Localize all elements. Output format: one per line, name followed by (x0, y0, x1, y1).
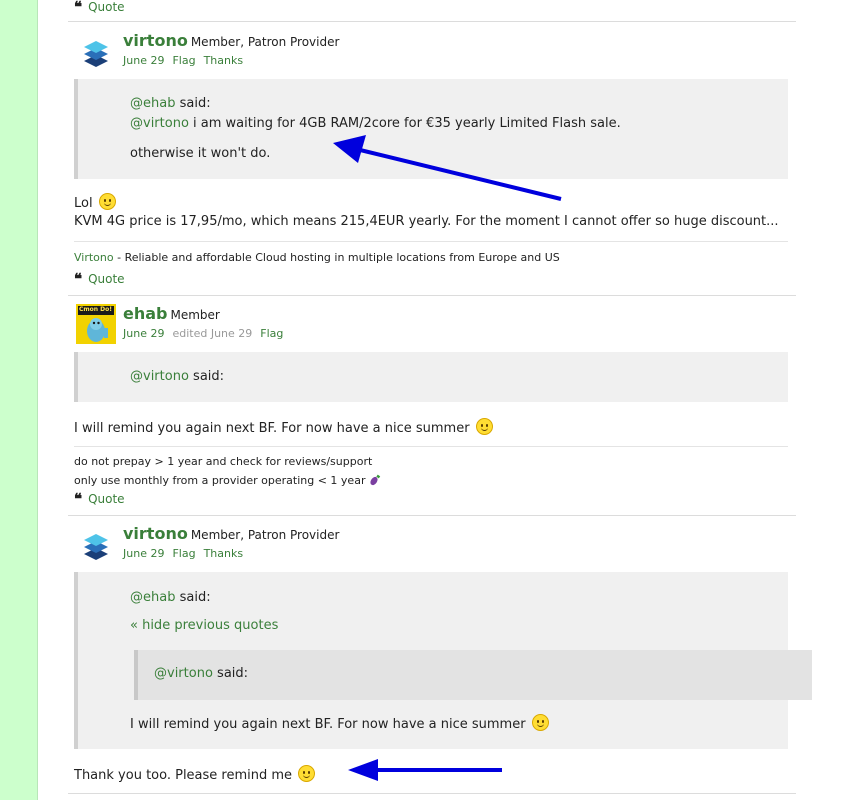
quote-user-link[interactable]: @ehab (130, 590, 175, 605)
quote-icon: ❝ (74, 0, 83, 16)
avatar-caption: Cmon Do! (79, 306, 112, 313)
smiley-icon (475, 418, 493, 435)
smiley-icon (98, 193, 116, 210)
signature-link[interactable]: Virtono (74, 251, 114, 264)
post-body-line: I will remind you again next BF. For now… (74, 418, 493, 436)
post-author: virtono Member, Patron Provider (123, 524, 339, 543)
author-role: Member (170, 308, 220, 322)
quote-header: @ehab said: (130, 590, 211, 605)
quote-user-link[interactable]: @virtono (154, 666, 213, 681)
flag-link[interactable]: Flag (172, 54, 195, 67)
signature-line: only use monthly from a provider operati… (74, 474, 381, 487)
signature: Virtono - Reliable and affordable Cloud … (74, 251, 560, 264)
author-name[interactable]: virtono (123, 524, 188, 543)
quote-header: @virtono said: (130, 369, 225, 384)
quote-action[interactable]: ❝ Quote (74, 0, 125, 16)
thanks-link[interactable]: Thanks (204, 54, 244, 67)
avatar-virtono[interactable] (76, 526, 116, 566)
flag-link[interactable]: Flag (172, 547, 195, 560)
author-name[interactable]: ehab (123, 304, 168, 323)
blockquote: @virtono said: (74, 352, 788, 402)
quote-body: I will remind you again next BF. For now… (130, 714, 549, 732)
quote-line-2: otherwise it won't do. (130, 146, 271, 161)
avatar-virtono[interactable] (76, 33, 116, 73)
eggplant-icon (370, 474, 381, 486)
quote-action[interactable]: ❝ Quote (74, 490, 125, 508)
post-date[interactable]: June 29 (123, 547, 164, 560)
quote-header: @ehab said: (130, 96, 211, 111)
hide-previous-quotes-link[interactable]: « hide previous quotes (130, 618, 278, 633)
quote-user-link[interactable]: @ehab (130, 96, 175, 111)
quote-action[interactable]: ❝ Quote (74, 270, 125, 288)
author-role: Member, Patron Provider (190, 528, 340, 542)
post-body-line: KVM 4G price is 17,95/mo, which means 21… (74, 214, 779, 229)
post-separator (68, 515, 796, 516)
post-body-line: Thank you too. Please remind me (74, 765, 316, 783)
post-body-line: Lol (74, 193, 116, 211)
signature-separator (74, 446, 788, 447)
post-meta: June 29 edited June 29 Flag (123, 327, 291, 340)
thanks-link[interactable]: Thanks (204, 547, 244, 560)
post-meta: June 29 Flag Thanks (123, 54, 251, 67)
virtono-logo-icon (84, 534, 108, 560)
post-separator (68, 295, 796, 296)
flag-link[interactable]: Flag (260, 327, 283, 340)
edited-note: edited June 29 (172, 327, 253, 340)
avatar-ehab[interactable]: Cmon Do! (76, 304, 116, 344)
post-date[interactable]: June 29 (123, 327, 164, 340)
quote-user-link[interactable]: @virtono (130, 369, 189, 384)
post-date[interactable]: June 29 (123, 54, 164, 67)
author-role: Member, Patron Provider (190, 35, 340, 49)
post-separator (68, 793, 796, 794)
thread-content: ❝ Quote virtono Member, Patron Provider Ju… (38, 0, 856, 800)
post-author: ehab Member (123, 304, 220, 323)
post-separator (68, 21, 796, 22)
quote-header: @virtono said: (154, 666, 249, 681)
mention-link[interactable]: @virtono (130, 116, 189, 131)
smiley-icon (298, 765, 316, 782)
nested-blockquote: @virtono said: (134, 650, 812, 700)
signature-line: do not prepay > 1 year and check for rev… (74, 455, 373, 468)
virtono-logo-icon (84, 41, 108, 67)
quote-icon: ❝ (74, 270, 83, 288)
blockquote: @ehab said: « hide previous quotes @virt… (74, 572, 812, 749)
quote-line: @virtono i am waiting for 4GB RAM/2core … (130, 116, 621, 131)
left-page-margin (0, 0, 38, 800)
blockquote: @ehab said: @virtono i am waiting for 4G… (74, 79, 788, 179)
author-name[interactable]: virtono (123, 31, 188, 50)
signature-separator (74, 241, 788, 242)
post-author: virtono Member, Patron Provider (123, 31, 339, 50)
post-meta: June 29 Flag Thanks (123, 547, 251, 560)
quote-icon: ❝ (74, 490, 83, 508)
smiley-icon (531, 714, 549, 731)
